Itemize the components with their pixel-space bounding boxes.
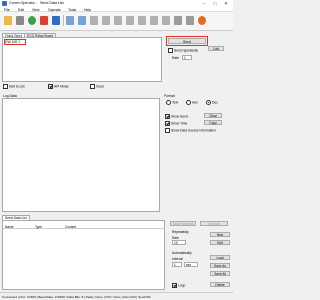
settings-icon[interactable]: [174, 16, 182, 25]
list-rate-input[interactable]: 10: [172, 240, 186, 245]
loop-checkbox[interactable]: Loop: [172, 283, 185, 288]
play-icon[interactable]: [28, 16, 36, 25]
api-mode-checkbox[interactable]: API Mode: [48, 84, 68, 89]
format-hex-radio[interactable]: Hex: [186, 100, 198, 105]
repeatedly-label: Repeatedly: [172, 230, 189, 234]
save-as-button[interactable]: Save As: [210, 263, 230, 268]
quick-clear-check[interactable]: [90, 84, 95, 89]
title-bar: Comm Operator - Send Data List – □ ✕: [0, 0, 233, 7]
rate-input[interactable]: 1: [182, 55, 192, 60]
at-icon[interactable]: [198, 16, 206, 25]
automatically-label: Automatically: [172, 251, 192, 255]
column-name[interactable]: Name: [5, 225, 14, 229]
send-repeatedly-checkbox[interactable]: Send repeatedly: [168, 48, 198, 53]
send-icon[interactable]: [150, 16, 158, 25]
format-hex-option[interactable]: [186, 100, 191, 105]
format-dec-label: Dec: [212, 100, 218, 105]
menu-edit[interactable]: Edit: [18, 8, 24, 12]
save-icon[interactable]: [52, 16, 60, 25]
log-output[interactable]: [2, 98, 160, 212]
status-text: Connected | Port: COM3 | Baud Rate: 1152…: [2, 295, 151, 299]
loop-check[interactable]: [172, 283, 177, 288]
toolbar-separator: [63, 15, 64, 26]
send-all-button[interactable]: Send All: [200, 221, 228, 226]
send-selected-button[interactable]: Send Selected: [170, 221, 196, 226]
window-title: Send Data List: [40, 1, 64, 6]
table-header: Name Type Content: [3, 225, 165, 229]
menu-tools[interactable]: Tools: [68, 8, 76, 12]
quick-clear-label: Clear: [96, 84, 104, 89]
format-hex-label: Hex: [192, 100, 198, 105]
send-button[interactable]: Send: [168, 38, 206, 44]
send-repeatedly-check[interactable]: [168, 48, 173, 53]
app-icon: [2, 1, 7, 6]
stop-icon[interactable]: [40, 16, 48, 25]
api-mode-check[interactable]: [48, 84, 53, 89]
format-text-option[interactable]: [166, 100, 171, 105]
quick-send-value: DW 100 1: [5, 40, 21, 44]
interval-unit-value: sec: [186, 263, 192, 267]
add-to-list-check[interactable]: [3, 84, 8, 89]
list-icon[interactable]: [138, 16, 146, 25]
show-send-checkbox[interactable]: Show Send: [165, 114, 188, 119]
copy-button[interactable]: Copy: [204, 120, 222, 125]
show-source-check[interactable]: [165, 128, 170, 133]
column-content[interactable]: Content: [65, 225, 76, 229]
show-time-checkbox[interactable]: Show Time: [165, 121, 187, 126]
menu-operate[interactable]: Operate: [48, 8, 61, 12]
format-dec-radio[interactable]: Dec: [206, 100, 218, 105]
calc-button[interactable]: Calc: [208, 46, 224, 51]
undo-icon[interactable]: [66, 16, 74, 25]
status-bar: Connected | Port: COM3 | Baud Rate: 1152…: [0, 292, 233, 300]
format-dec-option[interactable]: [206, 100, 211, 105]
interval-input[interactable]: 1: [172, 262, 182, 267]
redo-icon[interactable]: [78, 16, 86, 25]
clear-icon[interactable]: [162, 16, 170, 25]
minimize-button[interactable]: –: [199, 0, 209, 7]
menu-help[interactable]: Help: [84, 8, 91, 12]
toolbar: [0, 12, 233, 31]
disconnect-icon[interactable]: [114, 16, 122, 25]
menu-view[interactable]: View: [32, 8, 40, 12]
title-separator: -: [36, 1, 38, 6]
menu-file[interactable]: File: [4, 8, 10, 12]
quick-clear-checkbox[interactable]: Clear: [90, 84, 104, 89]
app-name: Comm Operator: [9, 1, 35, 6]
quick-send-input[interactable]: DW 100 1: [2, 37, 162, 82]
show-send-check[interactable]: [165, 114, 170, 119]
edit-button[interactable]: Edit: [210, 240, 230, 245]
interval-unit-select[interactable]: sec: [184, 262, 198, 267]
new-button[interactable]: New: [210, 232, 230, 237]
show-send-label: Show Send: [171, 114, 188, 119]
log-clear-button[interactable]: Clear: [204, 113, 222, 118]
send-list-table[interactable]: Name Type Content: [2, 220, 165, 290]
api-mode-label: API Mode: [54, 84, 69, 89]
tools-icon[interactable]: [16, 16, 24, 25]
connect-icon[interactable]: [102, 16, 110, 25]
close-button[interactable]: ✕: [221, 0, 231, 7]
format-text-radio[interactable]: Text: [166, 100, 178, 105]
add-to-list-label: Add to List: [9, 84, 25, 89]
show-time-check[interactable]: [165, 121, 170, 126]
interval-label: Interval: [172, 257, 183, 261]
column-type[interactable]: Type: [35, 225, 42, 229]
add-to-list-checkbox[interactable]: Add to List: [3, 84, 25, 89]
info-icon[interactable]: [186, 16, 194, 25]
show-source-label: Show Data Source Information: [171, 128, 216, 133]
loop-label: Loop: [178, 283, 186, 288]
rate-label: Rate: [172, 56, 179, 60]
open-icon[interactable]: [4, 16, 12, 25]
load-button[interactable]: Load: [210, 255, 230, 260]
refresh-icon[interactable]: [90, 16, 98, 25]
grid-icon[interactable]: [126, 16, 134, 25]
show-source-checkbox[interactable]: Show Data Source Information: [165, 128, 216, 133]
format-label: Format: [164, 94, 175, 98]
send-repeatedly-label: Send repeatedly: [174, 48, 199, 53]
show-time-label: Show Time: [171, 121, 188, 126]
delete-button[interactable]: Delete: [210, 282, 230, 287]
maximize-button[interactable]: □: [210, 0, 220, 7]
save-all-button[interactable]: Save All: [210, 271, 230, 276]
format-text-label: Text: [172, 100, 179, 105]
